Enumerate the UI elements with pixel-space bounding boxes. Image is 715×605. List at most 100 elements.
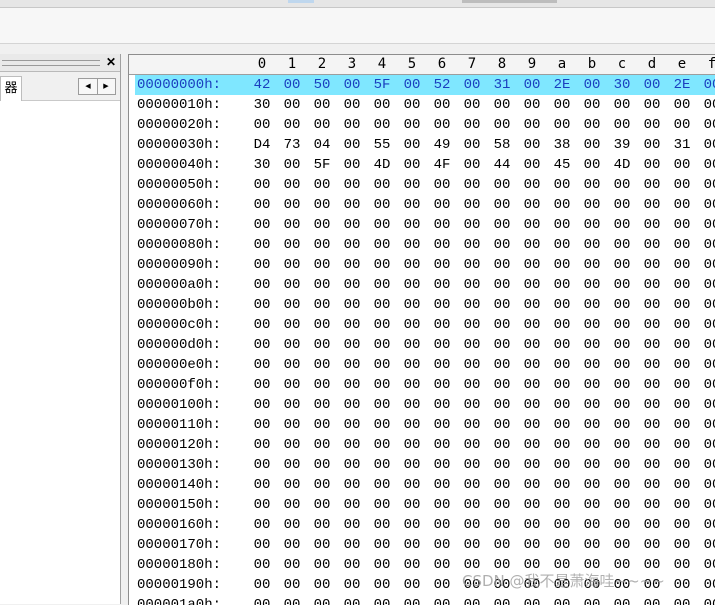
hex-byte[interactable]: 00 xyxy=(402,135,422,155)
hex-byte[interactable]: 2E xyxy=(672,75,692,95)
hex-byte[interactable]: 00 xyxy=(282,375,302,395)
hex-byte[interactable]: 00 xyxy=(282,435,302,455)
hex-row[interactable]: 00000160h: 00 00 00 00 00 00 00 00 00 00 00 00 00 00 00… xyxy=(135,515,715,535)
hex-byte[interactable]: 00 xyxy=(282,295,302,315)
hex-byte[interactable]: 30 xyxy=(252,95,272,115)
hex-byte[interactable]: 00 xyxy=(612,315,632,335)
hex-byte[interactable]: 00 xyxy=(252,115,272,135)
hex-byte[interactable]: 00 xyxy=(312,535,332,555)
hex-byte[interactable]: 00 xyxy=(282,275,302,295)
hex-byte[interactable]: 00 xyxy=(522,355,542,375)
hex-byte[interactable]: 00 xyxy=(402,175,422,195)
hex-byte[interactable]: 00 xyxy=(552,235,572,255)
top-tab-fragment[interactable] xyxy=(288,0,314,3)
hex-byte[interactable]: 00 xyxy=(492,515,512,535)
hex-byte[interactable]: 04 xyxy=(312,135,332,155)
hex-byte[interactable]: 00 xyxy=(612,95,632,115)
hex-byte[interactable]: 00 xyxy=(312,335,332,355)
hex-byte[interactable]: 00 xyxy=(252,475,272,495)
hex-byte[interactable]: 00 xyxy=(672,495,692,515)
hex-byte[interactable]: 38 xyxy=(552,135,572,155)
hex-byte[interactable]: 00 xyxy=(522,175,542,195)
hex-byte[interactable]: 00 xyxy=(672,555,692,575)
hex-byte[interactable]: 00 xyxy=(252,215,272,235)
hex-byte[interactable]: 00 xyxy=(342,435,362,455)
hex-byte[interactable]: 00 xyxy=(642,335,662,355)
hex-byte[interactable]: 49 xyxy=(432,135,452,155)
hex-row-selected[interactable]: 00000000h: 42 00 50 00 5F 00 52 00 31 00 2E 00 30 00 2E… xyxy=(135,75,715,95)
hex-byte[interactable]: 00 xyxy=(552,435,572,455)
hex-byte[interactable]: 00 xyxy=(282,235,302,255)
hex-byte[interactable]: 5F xyxy=(372,75,392,95)
hex-byte[interactable]: 00 xyxy=(582,395,602,415)
hex-byte[interactable]: 00 xyxy=(552,395,572,415)
hex-byte[interactable]: 00 xyxy=(702,215,715,235)
hex-byte[interactable]: 00 xyxy=(402,455,422,475)
hex-byte[interactable]: 00 xyxy=(672,435,692,455)
hex-byte[interactable]: 39 xyxy=(612,135,632,155)
hex-byte[interactable]: 00 xyxy=(252,295,272,315)
hex-byte[interactable]: 00 xyxy=(312,175,332,195)
hex-byte[interactable]: 00 xyxy=(462,275,482,295)
hex-byte[interactable]: 00 xyxy=(702,455,715,475)
hex-byte[interactable]: 00 xyxy=(402,315,422,335)
hex-byte[interactable]: 00 xyxy=(492,175,512,195)
hex-byte[interactable]: 00 xyxy=(312,115,332,135)
hex-byte[interactable]: 00 xyxy=(552,315,572,335)
hex-byte[interactable]: 00 xyxy=(462,155,482,175)
hex-byte[interactable]: 00 xyxy=(702,275,715,295)
hex-byte[interactable]: 00 xyxy=(312,495,332,515)
hex-byte[interactable]: 00 xyxy=(252,395,272,415)
hex-byte[interactable]: 00 xyxy=(612,175,632,195)
hex-byte[interactable]: 00 xyxy=(462,175,482,195)
hex-byte[interactable]: 00 xyxy=(462,415,482,435)
hex-byte[interactable]: 00 xyxy=(642,515,662,535)
hex-byte[interactable]: 00 xyxy=(492,455,512,475)
hex-byte[interactable]: 00 xyxy=(432,255,452,275)
hex-byte[interactable]: 00 xyxy=(282,535,302,555)
hex-row[interactable]: 00000050h: 00 00 00 00 00 00 00 00 00 00 00 00 00 00 00… xyxy=(135,175,715,195)
hex-row[interactable]: 000000b0h: 00 00 00 00 00 00 00 00 00 00 00 00 00 00 00… xyxy=(135,295,715,315)
hex-byte[interactable]: 00 xyxy=(642,135,662,155)
hex-byte[interactable]: 00 xyxy=(582,475,602,495)
hex-byte[interactable]: 00 xyxy=(612,275,632,295)
hex-byte[interactable]: 00 xyxy=(612,115,632,135)
hex-byte[interactable]: 00 xyxy=(492,475,512,495)
hex-byte[interactable]: 00 xyxy=(672,115,692,135)
hex-byte[interactable]: 00 xyxy=(522,195,542,215)
hex-byte[interactable]: 4D xyxy=(612,155,632,175)
hex-byte[interactable]: 00 xyxy=(252,415,272,435)
hex-byte[interactable]: 00 xyxy=(432,515,452,535)
hex-byte[interactable]: 31 xyxy=(492,75,512,95)
hex-byte[interactable]: 00 xyxy=(492,415,512,435)
hex-byte[interactable]: 00 xyxy=(282,95,302,115)
hex-byte[interactable]: 00 xyxy=(432,415,452,435)
hex-byte[interactable]: 00 xyxy=(372,475,392,495)
hex-byte[interactable]: 00 xyxy=(642,215,662,235)
hex-byte[interactable]: 00 xyxy=(432,235,452,255)
hex-byte[interactable]: 00 xyxy=(462,475,482,495)
hex-byte[interactable]: 00 xyxy=(342,535,362,555)
hex-byte[interactable]: 00 xyxy=(342,315,362,335)
hex-byte[interactable]: 00 xyxy=(432,555,452,575)
hex-byte[interactable]: 00 xyxy=(552,175,572,195)
hex-byte[interactable]: 00 xyxy=(462,295,482,315)
hex-byte[interactable]: 00 xyxy=(582,95,602,115)
hex-row[interactable]: 000000f0h: 00 00 00 00 00 00 00 00 00 00 00 00 00 00 00… xyxy=(135,375,715,395)
hex-byte[interactable]: 00 xyxy=(372,555,392,575)
hex-byte[interactable]: 00 xyxy=(552,515,572,535)
hex-byte[interactable]: 00 xyxy=(582,375,602,395)
hex-byte[interactable]: 00 xyxy=(552,255,572,275)
hex-row[interactable]: 00000130h: 00 00 00 00 00 00 00 00 00 00 00 00 00 00 00… xyxy=(135,455,715,475)
hex-byte[interactable]: 00 xyxy=(342,135,362,155)
hex-byte[interactable]: 00 xyxy=(402,475,422,495)
hex-byte[interactable]: 00 xyxy=(282,555,302,575)
hex-row[interactable]: 00000040h: 30 00 5F 00 4D 00 4F 00 44 00 45 00 4D 00 00… xyxy=(135,155,715,175)
hex-byte[interactable]: 00 xyxy=(672,515,692,535)
hex-byte[interactable]: 00 xyxy=(312,275,332,295)
hex-byte[interactable]: 00 xyxy=(312,295,332,315)
hex-byte[interactable]: 00 xyxy=(612,215,632,235)
hex-byte[interactable]: 00 xyxy=(312,315,332,335)
hex-byte[interactable]: 00 xyxy=(372,335,392,355)
hex-byte[interactable]: 00 xyxy=(432,575,452,595)
